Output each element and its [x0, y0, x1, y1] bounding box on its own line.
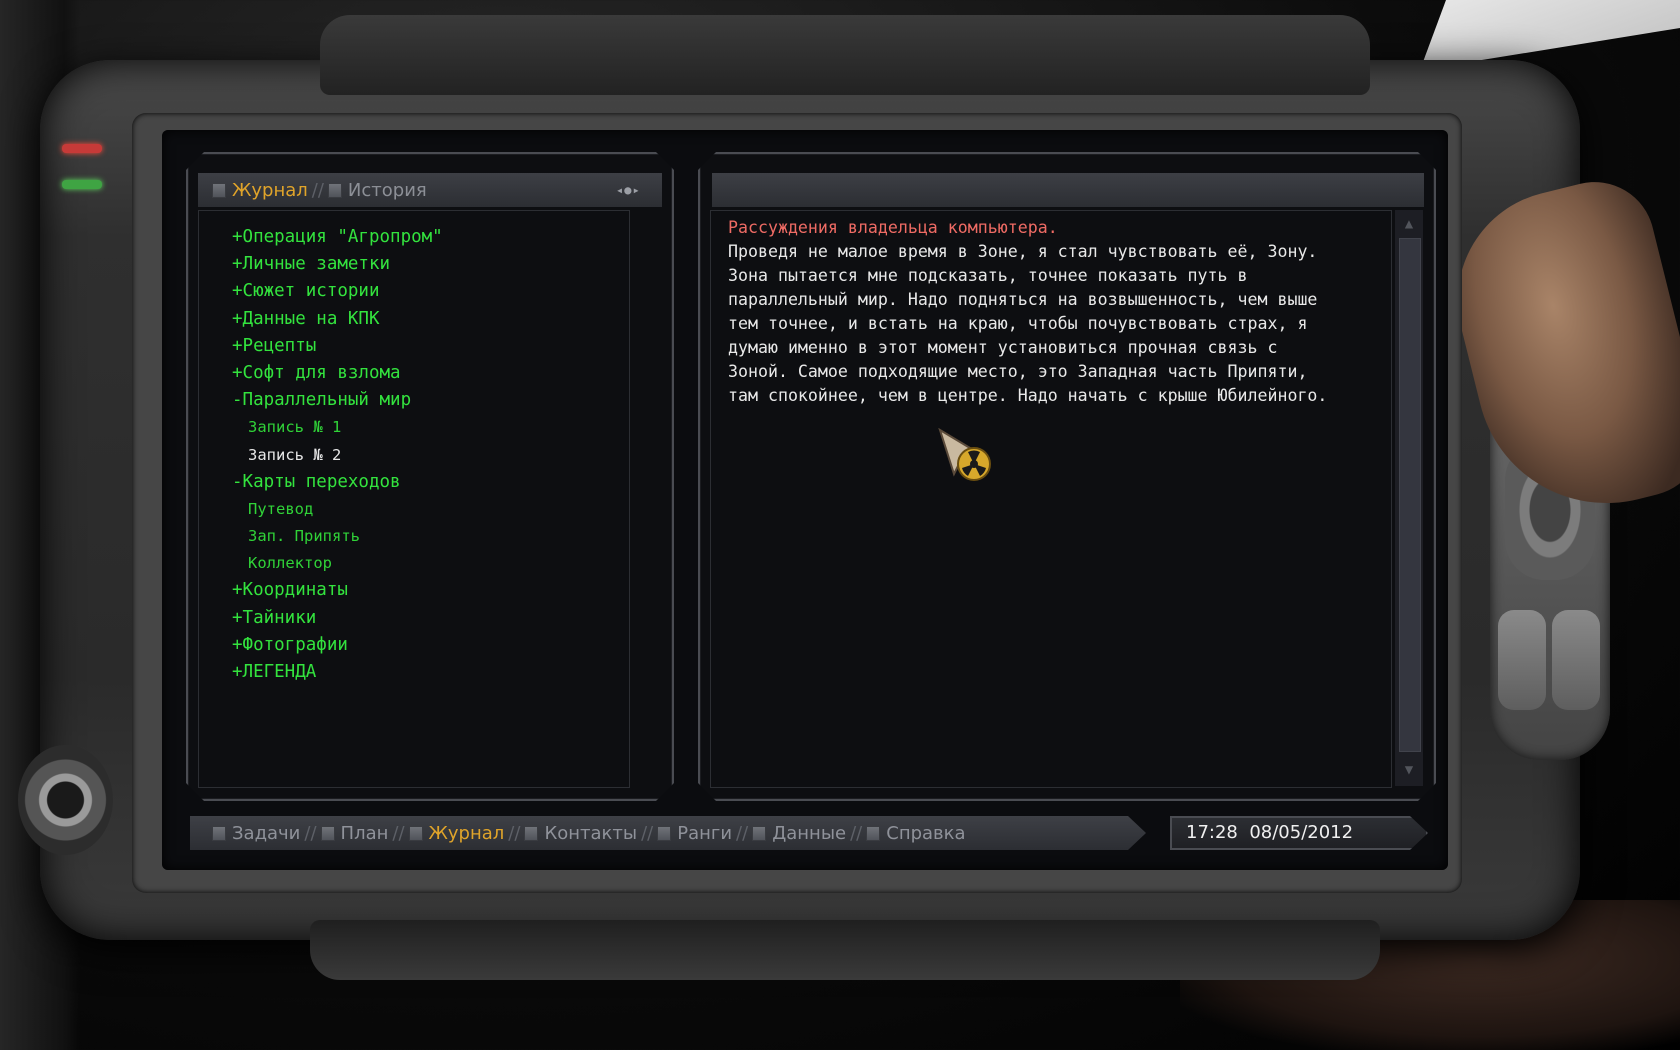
entry-body: Проведя не малое время в Зоне, я стал чу…	[728, 240, 1368, 408]
tree-item[interactable]: +Данные на КПК	[232, 306, 622, 333]
tree-subitem[interactable]: Коллектор	[232, 550, 622, 577]
entry-line: параллельный мир. Надо подняться на возв…	[728, 290, 1318, 309]
tab-separator: //	[850, 822, 863, 844]
hangup-button[interactable]	[1552, 610, 1600, 710]
tree-subitem[interactable]: Запись № 1	[232, 414, 622, 441]
entry-line: там спокойнее, чем в центре. Надо начать…	[728, 386, 1328, 405]
tab-history[interactable]: История	[327, 179, 427, 201]
tree-item[interactable]: +Софт для взлома	[232, 360, 622, 387]
pda-bottom-ridge	[310, 920, 1380, 980]
pda-top-ridge	[320, 15, 1370, 95]
tab-separator: //	[641, 822, 654, 844]
tree-item[interactable]: +ЛЕГЕНДА	[232, 659, 622, 686]
folder-icon	[327, 182, 342, 198]
folder-icon	[321, 826, 335, 841]
bottom-tab-label: Контакты	[544, 822, 638, 844]
entry-line: думаю именно в этот момент установиться …	[728, 338, 1278, 357]
folder-icon	[409, 826, 423, 841]
tree-item[interactable]: +Личные заметки	[232, 251, 622, 278]
bottom-tab-label: Задачи	[232, 822, 301, 844]
call-button[interactable]	[1498, 610, 1546, 710]
entry-line: Проведя не малое время в Зоне, я стал чу…	[728, 242, 1318, 261]
folder-icon	[657, 826, 671, 841]
tree-item[interactable]: +Рецепты	[232, 333, 622, 360]
bottom-tab[interactable]: Контакты	[524, 823, 637, 844]
entry-line: тем точнее, и встать на краю, чтобы почу…	[728, 314, 1308, 333]
bottom-tab[interactable]: Справка	[866, 823, 965, 844]
tree-item[interactable]: -Карты переходов	[232, 469, 622, 496]
bottom-tab-label: Журнал	[428, 822, 505, 844]
tree-item[interactable]: +Фотографии	[232, 632, 622, 659]
tree-subitem[interactable]: Запись № 2	[232, 442, 622, 469]
scroll-thumb[interactable]	[1399, 238, 1421, 752]
folder-icon	[866, 826, 880, 841]
bottom-tab[interactable]: План	[321, 823, 389, 844]
entry-header-strip	[712, 173, 1424, 207]
bottom-tab[interactable]: Ранги	[657, 823, 732, 844]
tree-item[interactable]: +Сюжет истории	[232, 278, 622, 305]
tree-item[interactable]: +Координаты	[232, 577, 622, 604]
tree-subitem[interactable]: Зап. Припять	[232, 523, 622, 550]
entry-line: Зона пытается мне подсказать, точнее пок…	[728, 266, 1248, 285]
tree-subitem[interactable]: Путевод	[232, 496, 622, 523]
bottom-tab-label: План	[340, 822, 389, 844]
tab-separator: //	[311, 179, 324, 201]
side-knob[interactable]	[18, 745, 113, 855]
bottom-tab[interactable]: Журнал	[409, 823, 505, 844]
journal-tree: +Операция "Агропром" +Личные заметки +Сюже…	[232, 224, 622, 686]
tab-separator: //	[304, 822, 317, 844]
bottom-tab-label: Ранги	[677, 822, 733, 844]
tab-journal-label: Журнал	[232, 179, 308, 201]
folder-icon	[212, 182, 226, 198]
scroll-down-arrow-icon[interactable]: ▼	[1398, 758, 1420, 782]
folder-icon	[752, 826, 766, 841]
tab-history-label: История	[347, 179, 427, 201]
folder-icon	[524, 826, 538, 841]
entry-title: Рассуждения владельца компьютера.	[728, 218, 1058, 237]
radiation-cursor-icon	[938, 428, 991, 481]
green-led-indicator	[62, 180, 102, 189]
red-led-indicator	[62, 144, 102, 153]
bottom-tab[interactable]: Задачи	[212, 823, 300, 844]
folder-icon	[212, 826, 226, 841]
left-tab-strip: Журнал // История	[198, 173, 662, 207]
clock-display: 17:28 08/05/2012	[1170, 816, 1428, 850]
bottom-tab[interactable]: Данные	[752, 823, 846, 844]
scroll-up-arrow-icon[interactable]: ▲	[1398, 212, 1420, 236]
bottom-tab-label: Данные	[772, 822, 847, 844]
tab-separator: //	[736, 822, 749, 844]
tree-item[interactable]: -Параллельный мир	[232, 387, 622, 414]
main-tab-bar: Задачи//План//Журнал//Контакты//Ранги//Д…	[190, 816, 1146, 850]
entry-text: Рассуждения владельца компьютера. Провед…	[728, 216, 1368, 408]
entry-line: Зоной. Самое подходящие место, это Запад…	[728, 362, 1308, 381]
pda-arrows-icon: ◂●▸	[616, 183, 641, 197]
tab-journal[interactable]: Журнал	[212, 180, 308, 201]
tab-separator: //	[508, 822, 521, 844]
tab-separator: //	[392, 822, 405, 844]
tree-item[interactable]: +Операция "Агропром"	[232, 224, 622, 251]
tree-item[interactable]: +Тайники	[232, 605, 622, 632]
bottom-tab-label: Справка	[886, 822, 966, 844]
